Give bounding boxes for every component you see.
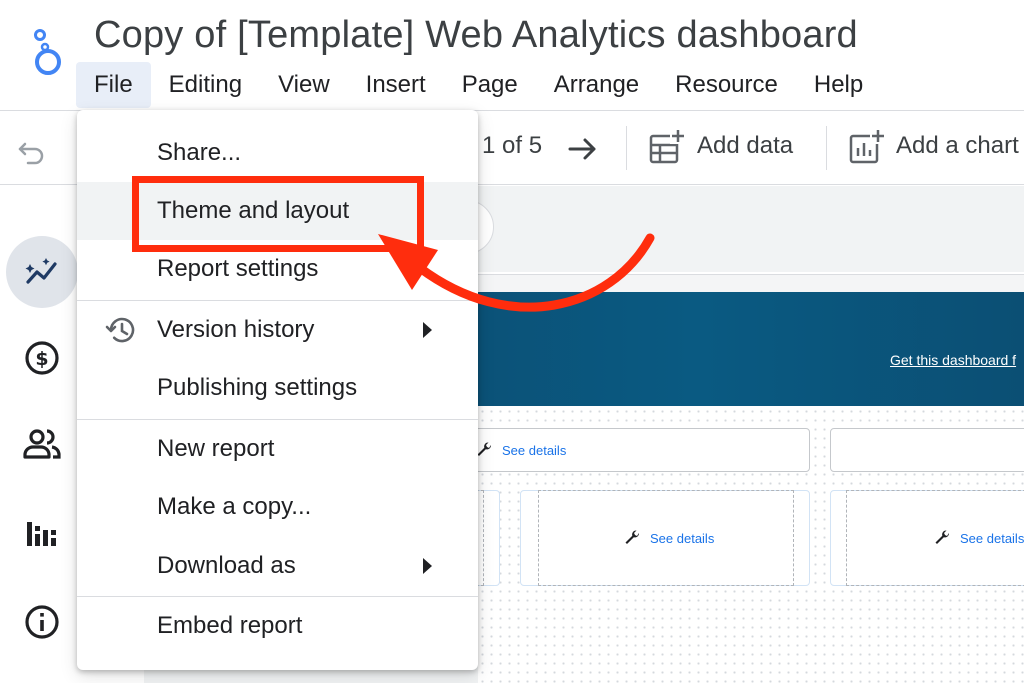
- add-data-icon[interactable]: [648, 128, 686, 166]
- menu-item-label: Download as: [157, 552, 296, 579]
- menu-item-publishing-settings[interactable]: Publishing settings: [77, 359, 478, 417]
- submenu-arrow-icon: [423, 558, 432, 574]
- see-details-link[interactable]: See details: [622, 528, 714, 548]
- menu-editing[interactable]: Editing: [151, 62, 260, 108]
- menu-item-embed-report[interactable]: Embed report: [77, 597, 478, 655]
- menu-item-label: Version history: [157, 316, 315, 343]
- app-window: Copy of [Template] Web Analytics dashboa…: [0, 0, 1024, 683]
- add-chart-icon[interactable]: [848, 128, 886, 166]
- menu-arrange[interactable]: Arrange: [536, 62, 657, 108]
- menu-item-label: Make a copy...: [157, 493, 312, 520]
- menu-item-download-as[interactable]: Download as: [77, 537, 478, 595]
- menu-item-make-a-copy[interactable]: Make a copy...: [77, 478, 478, 536]
- menubar: File Editing View Insert Page Arrange Re…: [76, 62, 881, 108]
- see-details-label: See details: [502, 442, 567, 458]
- menu-item-label: Publishing settings: [157, 374, 358, 401]
- menu-view[interactable]: View: [260, 62, 348, 108]
- menu-item-label: Share...: [157, 139, 242, 166]
- page-indicator: 1 of 5: [482, 132, 543, 159]
- bar-chart-icon: [27, 522, 56, 546]
- history-icon: [105, 317, 135, 343]
- menu-item-new-report[interactable]: New report: [77, 420, 478, 478]
- menu-item-label: New report: [157, 435, 275, 462]
- menu-file[interactable]: File: [76, 62, 151, 108]
- wrench-icon: [625, 530, 640, 544]
- annotation-arrow: [378, 233, 655, 312]
- rail-audience-button[interactable]: [6, 408, 78, 480]
- rail-info-button[interactable]: [6, 586, 78, 658]
- menu-item-label: Embed report: [157, 612, 303, 639]
- menu-insert[interactable]: Insert: [348, 62, 444, 108]
- see-details-label: See details: [650, 530, 715, 546]
- dollar-icon: $: [25, 341, 59, 375]
- see-details-link[interactable]: See details: [474, 440, 566, 460]
- toolbar-separator: [826, 126, 827, 170]
- menu-item-share[interactable]: Share...: [77, 124, 478, 182]
- rail-chart-button[interactable]: [6, 496, 78, 568]
- filter-control[interactable]: [830, 428, 1024, 472]
- see-details-label: See details: [960, 530, 1024, 546]
- menu-resource[interactable]: Resource: [657, 62, 796, 108]
- get-dashboard-link[interactable]: Get this dashboard f: [890, 352, 1016, 368]
- wrench-icon: [935, 530, 950, 544]
- menu-page[interactable]: Page: [444, 62, 536, 108]
- add-chart-button[interactable]: Add a chart: [896, 132, 1019, 160]
- see-details-link[interactable]: See details: [932, 528, 1024, 548]
- info-icon: [25, 605, 59, 639]
- next-page-arrow-icon[interactable]: [566, 132, 600, 166]
- rail-analytics-button[interactable]: [6, 236, 78, 308]
- rail-revenue-button[interactable]: $: [6, 322, 78, 394]
- svg-text:$: $: [35, 348, 48, 370]
- undo-icon[interactable]: [16, 134, 48, 166]
- add-data-button[interactable]: Add data: [697, 132, 793, 160]
- menu-help[interactable]: Help: [796, 62, 881, 108]
- menu-item-label: Report settings: [157, 255, 319, 282]
- document-title[interactable]: Copy of [Template] Web Analytics dashboa…: [94, 14, 858, 57]
- people-icon: [23, 429, 61, 459]
- analytics-icon: [25, 258, 57, 284]
- looker-studio-logo[interactable]: [28, 28, 68, 78]
- toolbar-separator: [626, 126, 627, 170]
